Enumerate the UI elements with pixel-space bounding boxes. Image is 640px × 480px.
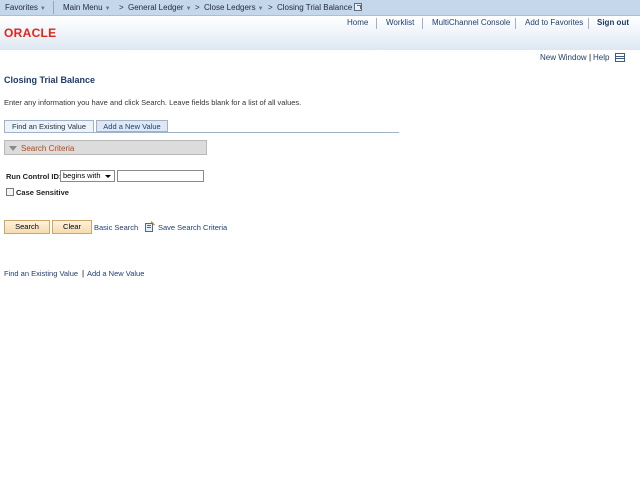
header-divider bbox=[515, 18, 516, 29]
tab-add-new-value[interactable]: Add a New Value bbox=[96, 120, 168, 132]
operator-value: begins with bbox=[63, 171, 101, 180]
header-divider bbox=[588, 18, 589, 29]
chevron-down-icon: ▼ bbox=[185, 6, 192, 12]
header-divider bbox=[422, 18, 423, 29]
main-menu[interactable]: Main Menu ▼ bbox=[63, 0, 111, 15]
worklist-link[interactable]: Worklist bbox=[386, 18, 414, 27]
multichannel-console-link[interactable]: MultiChannel Console bbox=[432, 18, 510, 27]
help-link[interactable]: Help bbox=[593, 53, 609, 62]
instructions-text: Enter any information you have and click… bbox=[4, 98, 302, 107]
add-to-favorites-link[interactable]: Add to Favorites bbox=[525, 18, 583, 27]
add-new-value-link[interactable]: Add a New Value bbox=[87, 269, 144, 278]
save-search-icon[interactable] bbox=[145, 221, 155, 232]
run-control-id-input[interactable] bbox=[117, 170, 204, 182]
breadcrumb-close-ledgers[interactable]: Close Ledgers ▼ bbox=[204, 0, 264, 15]
sign-out-link[interactable]: Sign out bbox=[597, 18, 629, 27]
top-navigation-bar: Favorites ▼ Main Menu ▼ > General Ledger ▼ … bbox=[0, 0, 640, 16]
save-search-criteria-link[interactable]: Save Search Criteria bbox=[158, 223, 227, 232]
favorites-label: Favorites bbox=[5, 3, 38, 12]
tab-find-existing-value[interactable]: Find an Existing Value bbox=[4, 120, 94, 132]
dropdown-arrow-icon bbox=[105, 175, 111, 178]
clear-button[interactable]: Clear bbox=[52, 220, 92, 234]
close-ledgers-label: Close Ledgers bbox=[204, 3, 256, 12]
nav-divider bbox=[53, 1, 54, 14]
header-divider bbox=[376, 18, 377, 29]
run-control-id-label: Run Control ID: bbox=[6, 172, 62, 181]
case-sensitive-checkbox[interactable] bbox=[6, 188, 14, 196]
new-window-icon[interactable] bbox=[354, 3, 362, 11]
search-criteria-label: Search Criteria bbox=[21, 144, 75, 153]
find-existing-value-link[interactable]: Find an Existing Value bbox=[4, 269, 78, 278]
page-title: Closing Trial Balance bbox=[4, 75, 96, 85]
chevron-down-icon: ▼ bbox=[257, 6, 264, 12]
breadcrumb-arrow-icon: > bbox=[268, 3, 273, 12]
search-button[interactable]: Search bbox=[4, 220, 50, 234]
breadcrumb-current-page: Closing Trial Balance bbox=[277, 3, 353, 12]
home-link[interactable]: Home bbox=[347, 18, 368, 27]
customize-page-icon[interactable] bbox=[615, 53, 625, 62]
bottom-link-separator: | bbox=[82, 269, 85, 278]
link-separator: | bbox=[589, 53, 592, 62]
breadcrumb-general-ledger[interactable]: General Ledger ▼ bbox=[128, 0, 192, 15]
run-control-operator-select[interactable]: begins with bbox=[60, 170, 115, 182]
main-menu-label: Main Menu bbox=[63, 3, 103, 12]
breadcrumb-arrow-icon: > bbox=[119, 3, 124, 12]
oracle-logo: ORACLE bbox=[4, 26, 57, 40]
general-ledger-label: General Ledger bbox=[128, 3, 184, 12]
search-criteria-header[interactable]: Search Criteria bbox=[4, 140, 207, 155]
collapse-triangle-icon bbox=[9, 146, 17, 151]
basic-search-link[interactable]: Basic Search bbox=[94, 223, 138, 232]
favorites-menu[interactable]: Favorites ▼ bbox=[5, 0, 46, 15]
case-sensitive-label: Case Sensitive bbox=[16, 188, 69, 197]
header-band: ORACLE Home Worklist MultiChannel Consol… bbox=[0, 16, 640, 50]
new-window-link[interactable]: New Window bbox=[540, 53, 587, 62]
chevron-down-icon: ▼ bbox=[39, 6, 46, 12]
chevron-down-icon: ▼ bbox=[104, 6, 111, 12]
breadcrumb-arrow-icon: > bbox=[195, 3, 200, 12]
tab-underline bbox=[4, 132, 399, 133]
